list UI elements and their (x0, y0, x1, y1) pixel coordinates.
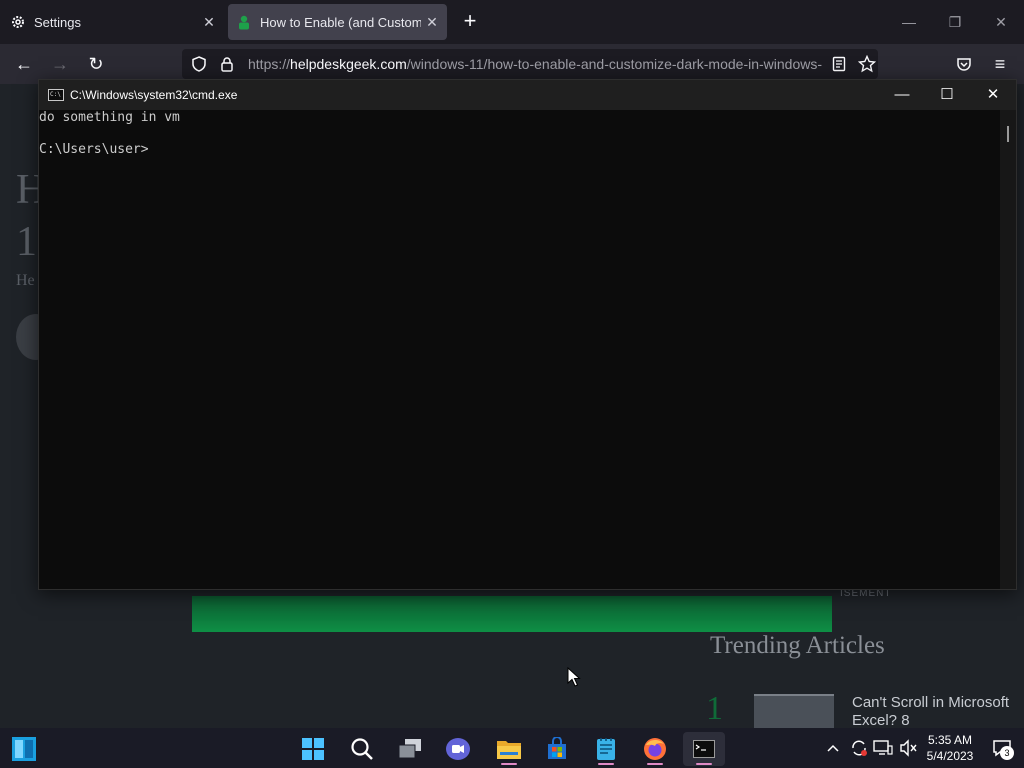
windows-taskbar: 5:35 AM 5/4/2023 3 (0, 728, 1024, 768)
console-line: do something in vm (39, 110, 180, 125)
cmd-scrollbar[interactable] (1000, 110, 1016, 589)
clock-date: 5/4/2023 (926, 749, 974, 763)
restore-window-button[interactable]: ❐ (943, 10, 967, 34)
task-view-icon[interactable] (390, 732, 430, 766)
file-explorer-icon[interactable] (489, 732, 529, 766)
lock-icon[interactable] (216, 53, 238, 75)
pocket-icon[interactable] (952, 52, 976, 76)
running-indicator (696, 763, 712, 765)
notification-count-badge: 3 (1000, 746, 1014, 760)
start-menu-icon[interactable] (293, 732, 333, 766)
site-favicon-icon (236, 14, 252, 30)
cmd-minimize-button[interactable]: — (882, 83, 922, 107)
tab-label: Settings (34, 14, 81, 30)
clock-time: 5:35 AM (927, 733, 973, 747)
trending-item-thumbnail[interactable] (754, 694, 834, 728)
browser-nav-bar: ← → ↻ https://helpdeskgeek.com/windows-1… (0, 44, 1024, 84)
byline-fragment: He (16, 272, 35, 289)
close-tab-icon[interactable]: ✕ (198, 14, 220, 31)
command-prompt-taskbar-icon[interactable] (683, 732, 725, 766)
url-path: /windows-11/how-to-enable-and-customize-… (406, 56, 822, 72)
cmd-scrollbar-thumb[interactable] (1007, 126, 1009, 142)
bookmark-star-icon[interactable] (856, 53, 878, 75)
hamburger-menu-icon[interactable]: ≡ (988, 52, 1012, 76)
search-icon[interactable] (342, 732, 382, 766)
url-text: https://helpdeskgeek.com/windows-11/how-… (248, 56, 822, 72)
url-host: helpdeskgeek.com (290, 56, 407, 72)
cmd-window[interactable]: C:\ C:\Windows\system32\cmd.exe — ☐ ✕ do… (38, 79, 1017, 590)
cmd-console-output[interactable]: do something in vm C:\Users\user> (39, 110, 999, 589)
network-icon[interactable] (873, 728, 893, 768)
cmd-maximize-button[interactable]: ☐ (927, 83, 967, 107)
widgets-icon[interactable] (4, 732, 44, 766)
notepad-icon[interactable] (586, 732, 626, 766)
cmd-app-icon: C:\ (48, 89, 64, 101)
running-indicator (598, 763, 614, 765)
show-hidden-icons-chevron-icon[interactable] (826, 728, 840, 768)
cmd-close-button[interactable]: ✕ (973, 83, 1013, 107)
forward-arrow-icon[interactable]: → (48, 52, 72, 76)
cmd-title-bar[interactable]: C:\ C:\Windows\system32\cmd.exe — ☐ ✕ (39, 80, 1016, 110)
close-window-button[interactable]: ✕ (989, 10, 1013, 34)
cmd-window-title: C:\Windows\system32\cmd.exe (70, 88, 238, 102)
new-tab-button[interactable]: + (458, 10, 482, 34)
browser-tab-strip: Settings ✕ How to Enable (and Customize)… (0, 0, 1024, 44)
running-indicator (501, 763, 517, 765)
trending-item-title[interactable]: Can't Scroll in Microsoft Excel? 8 (852, 694, 1012, 728)
tab-how-to-enable[interactable]: How to Enable (and Customize) Dark Mode … (228, 4, 447, 40)
back-arrow-icon[interactable]: ← (12, 52, 36, 76)
chat-icon[interactable] (438, 732, 478, 766)
volume-muted-icon[interactable] (899, 728, 919, 768)
reader-view-icon[interactable] (828, 53, 850, 75)
microsoft-store-icon[interactable] (537, 732, 577, 766)
advertisement-banner[interactable] (192, 596, 832, 632)
url-scheme: https:// (248, 56, 291, 72)
close-tab-icon[interactable]: ✕ (421, 14, 443, 31)
gear-icon (10, 14, 26, 30)
running-indicator (647, 763, 663, 765)
minimize-window-button[interactable]: — (897, 10, 921, 34)
reload-icon[interactable]: ↻ (84, 52, 108, 76)
address-bar[interactable]: https://helpdeskgeek.com/windows-11/how-… (182, 49, 878, 79)
system-clock[interactable]: 5:35 AM 5/4/2023 (922, 732, 978, 764)
console-prompt: C:\Users\user> (39, 142, 149, 157)
trending-articles-heading: Trending Articles (710, 632, 885, 659)
mouse-cursor-icon (567, 667, 581, 687)
shield-icon[interactable] (188, 53, 210, 75)
tab-label: How to Enable (and Customize) Dark Mode (260, 14, 421, 30)
trending-item-number: 1 (706, 690, 723, 727)
tab-settings[interactable]: Settings ✕ (0, 4, 224, 40)
sync-icon[interactable] (849, 728, 869, 768)
firefox-icon[interactable] (635, 732, 675, 766)
